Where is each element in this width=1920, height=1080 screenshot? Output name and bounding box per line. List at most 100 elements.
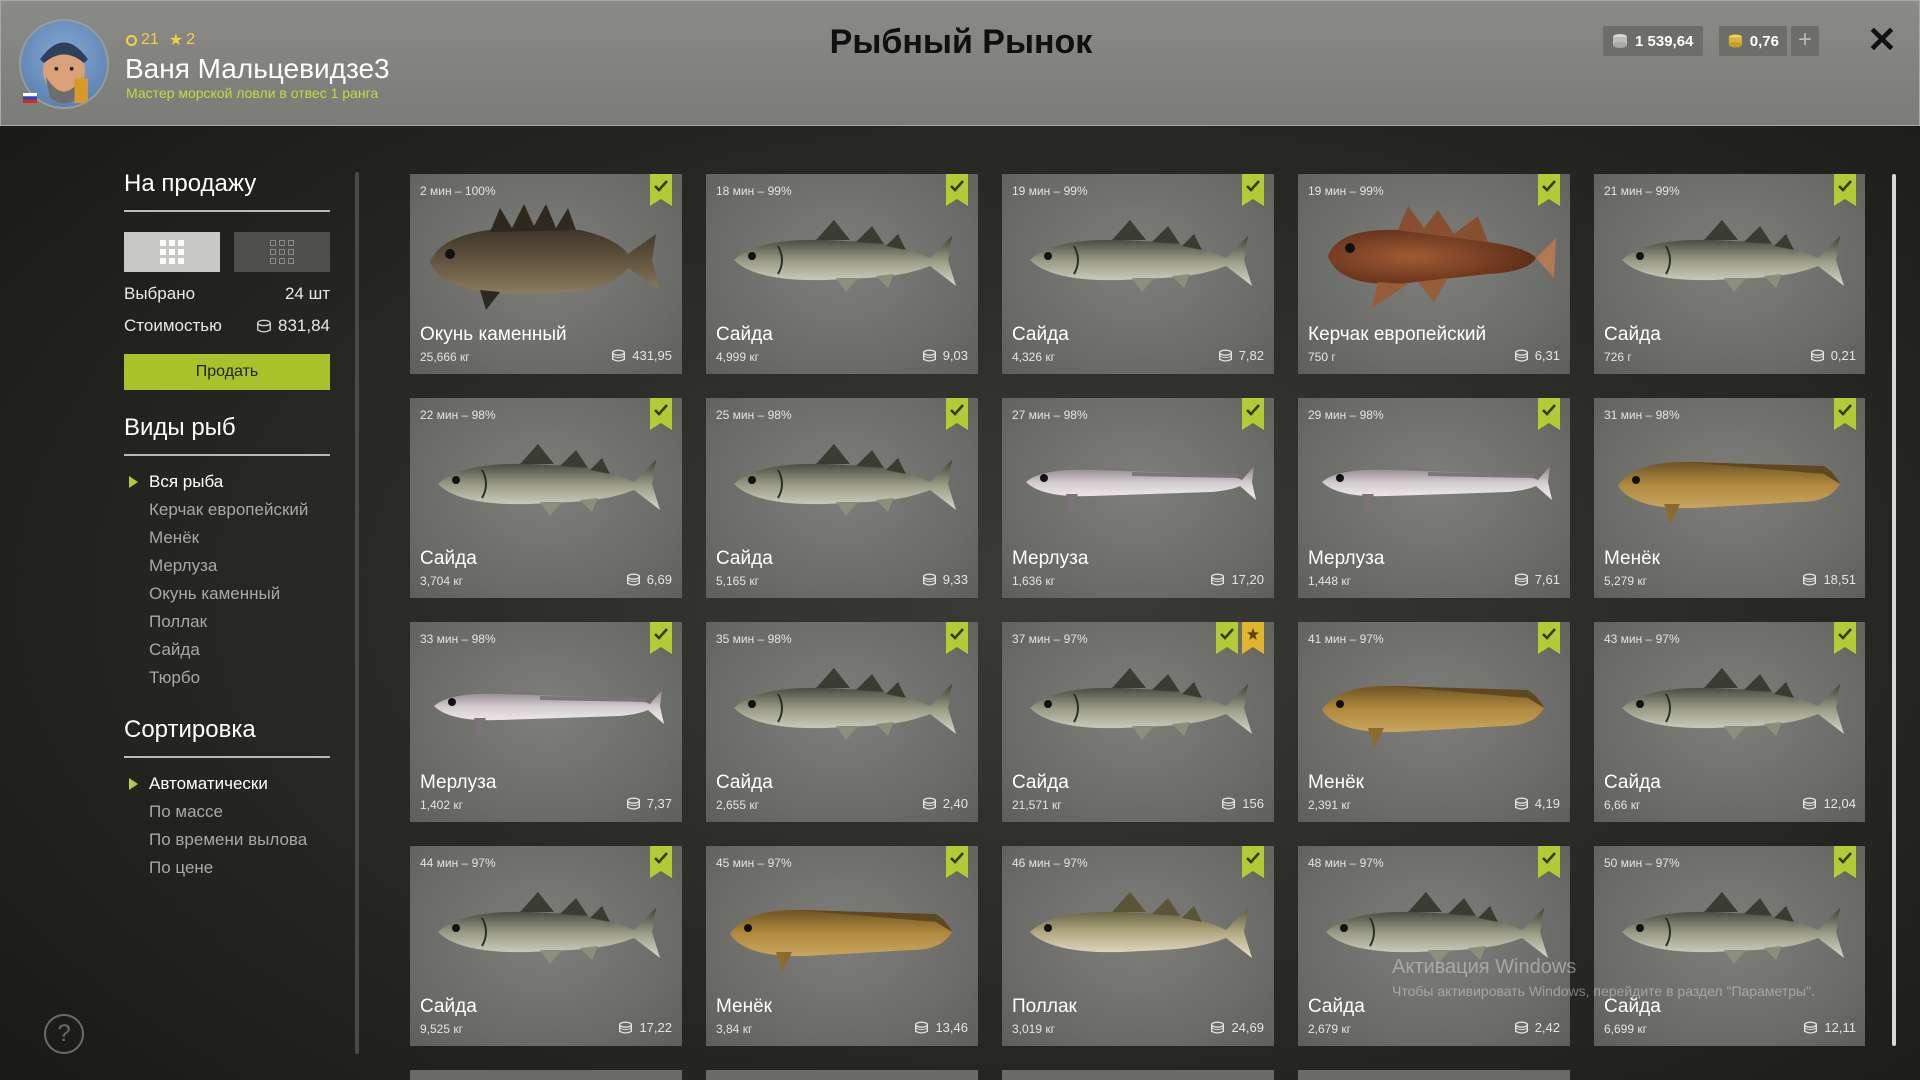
fish-card[interactable]: 25 мин – 98% Сайда 5,165 кг 9,33 [706,398,978,598]
fish-price: 156 [1221,796,1264,811]
fish-card-partial[interactable] [1002,1070,1274,1080]
species-filter-item[interactable]: Поллак [124,608,330,636]
fish-name: Сайда [1308,996,1365,1017]
fish-card-partial[interactable] [410,1070,682,1080]
species-filter-item[interactable]: Окунь каменный [124,580,330,608]
fish-card[interactable]: 35 мин – 98% Сайда 2,655 кг 2,40 [706,622,978,822]
gold-balance-value: 0,76 [1749,32,1779,50]
fish-price-value: 6,31 [1534,348,1560,363]
species-filter-item[interactable]: Керчак европейский [124,496,330,524]
fish-name: Сайда [1012,772,1069,793]
fish-price: 0,21 [1810,348,1856,363]
fish-card[interactable]: 21 мин – 99% Сайда 726 г 0,21 [1594,174,1865,374]
watermark-text: Чтобы активировать Windows, перейдите в … [1392,983,1815,999]
fish-image [716,646,968,758]
fish-card[interactable]: 18 мин – 99% Сайда 4,999 кг 9,03 [706,174,978,374]
silver-coin-icon [922,573,936,586]
fish-name: Сайда [716,548,773,569]
fish-image [1308,646,1560,758]
silver-coin-icon [1803,797,1817,810]
species-filter-item[interactable]: Мерлуза [124,552,330,580]
cost-amount: 831,84 [256,316,330,336]
sort-option-item[interactable]: Автоматически [124,770,330,798]
fish-card[interactable]: 19 мин – 99% Сайда 4,326 кг 7,82 [1002,174,1274,374]
catch-time: 18 мин – 99% [716,184,792,198]
fish-card[interactable]: 48 мин – 97% Сайда 2,679 кг 2,42 [1298,846,1570,1046]
fish-image [716,422,968,534]
species-filter-item[interactable]: Вся рыба [124,468,330,496]
top-bar: 21 ★ 2 Ваня Мальцевидзе3 Мастер морской … [0,0,1920,126]
fish-image [1012,646,1264,758]
fish-name: Окунь каменный [420,324,567,345]
fish-weight: 750 г [1308,350,1336,364]
fish-card[interactable]: 43 мин – 97% Сайда 6,66 кг 12,04 [1594,622,1865,822]
fish-image [1012,198,1264,310]
fish-card-partial[interactable] [706,1070,978,1080]
catch-time: 44 мин – 97% [420,856,496,870]
fish-card[interactable]: 46 мин – 97% Поллак 3,019 кг 24,69 [1002,846,1274,1046]
species-filter-item[interactable]: Сайда [124,636,330,664]
fish-price: 12,11 [1803,1020,1856,1035]
silver-coin-icon [1222,797,1236,810]
fish-price-value: 13,46 [935,1020,968,1035]
fish-image [1604,646,1856,758]
small-grid-icon [270,240,294,264]
fish-image [420,422,672,534]
grid-scrollbar[interactable] [1892,174,1896,1046]
fish-card[interactable]: 2 мин – 100% Окунь каменный 25,666 кг 43… [410,174,682,374]
catch-time: 37 мин – 97% [1012,632,1088,646]
help-button[interactable]: ? [44,1014,84,1054]
sidebar-divider [355,172,359,1054]
fish-card[interactable]: 33 мин – 98% Мерлуза 1,402 кг 7,37 [410,622,682,822]
fish-image [420,870,672,982]
species-filter-item[interactable]: Менёк [124,524,330,552]
catch-time: 35 мин – 98% [716,632,792,646]
fish-name: Сайда [420,996,477,1017]
fish-price: 4,19 [1514,796,1560,811]
fish-name: Сайда [420,548,477,569]
catch-time: 19 мин – 99% [1012,184,1088,198]
fish-weight: 21,571 кг [1012,798,1062,812]
fish-price: 7,82 [1218,348,1264,363]
fish-price-value: 7,82 [1238,348,1264,363]
silver-coin-icon [1218,348,1232,362]
fish-weight: 2,679 кг [1308,1022,1351,1036]
sort-option-item[interactable]: По времени вылова [124,826,330,854]
fish-name: Мерлуза [420,772,497,793]
catch-time: 41 мин – 97% [1308,632,1384,646]
fish-card[interactable]: 27 мин – 98% Мерлуза 1,636 кг 17,20 [1002,398,1274,598]
fish-weight: 726 г [1604,350,1632,364]
close-button[interactable]: ✕ [1863,21,1901,59]
selected-label: Выбрано [124,284,196,303]
species-filter-list: Вся рыба Керчак европейский Менёк Мерлуза Ок… [124,468,330,692]
fish-card[interactable]: 44 мин – 97% Сайда 9,525 кг 17,22 [410,846,682,1046]
silver-coin-icon [1514,573,1528,586]
fish-price: 18,51 [1802,572,1856,587]
catch-time: 29 мин – 98% [1308,408,1384,422]
species-filter-item[interactable]: Тюрбо [124,664,330,692]
fish-price: 2,42 [1514,1020,1560,1035]
fish-card[interactable]: 37 мин – 97% Сайда 21,571 кг 156 [1002,622,1274,822]
fish-card[interactable]: 22 мин – 98% Сайда 3,704 кг 6,69 [410,398,682,598]
fish-image [1012,870,1264,982]
fish-price: 12,04 [1802,796,1856,811]
sort-option-item[interactable]: По цене [124,854,330,882]
fish-card[interactable]: 29 мин – 98% Мерлуза 1,448 кг 7,61 [1298,398,1570,598]
fish-image [1308,422,1560,534]
fish-price-value: 2,40 [942,796,968,811]
fish-card[interactable]: 41 мин – 97% Менёк 2,391 кг 4,19 [1298,622,1570,822]
fish-card-partial[interactable] [1298,1070,1570,1080]
sort-option-item[interactable]: По массе [124,798,330,826]
fish-card[interactable]: 19 мин – 99% Керчак европейский 750 г 6,… [1298,174,1570,374]
silver-coin-icon [1803,573,1817,586]
sell-button[interactable]: Продать [124,354,330,390]
small-grid-view-button[interactable] [234,232,330,272]
fish-price-value: 6,69 [646,572,672,587]
silver-coin-icon [1211,1021,1225,1034]
fish-price-value: 17,22 [639,1020,672,1035]
add-currency-button[interactable]: + [1791,26,1819,56]
fish-card[interactable]: 50 мин – 97% Сайда 6,699 кг 12,11 [1594,846,1865,1046]
large-grid-view-button[interactable] [124,232,220,272]
fish-card[interactable]: 45 мин – 97% Менёк 3,84 кг 13,46 [706,846,978,1046]
fish-card[interactable]: 31 мин – 98% Менёк 5,279 кг 18,51 [1594,398,1865,598]
